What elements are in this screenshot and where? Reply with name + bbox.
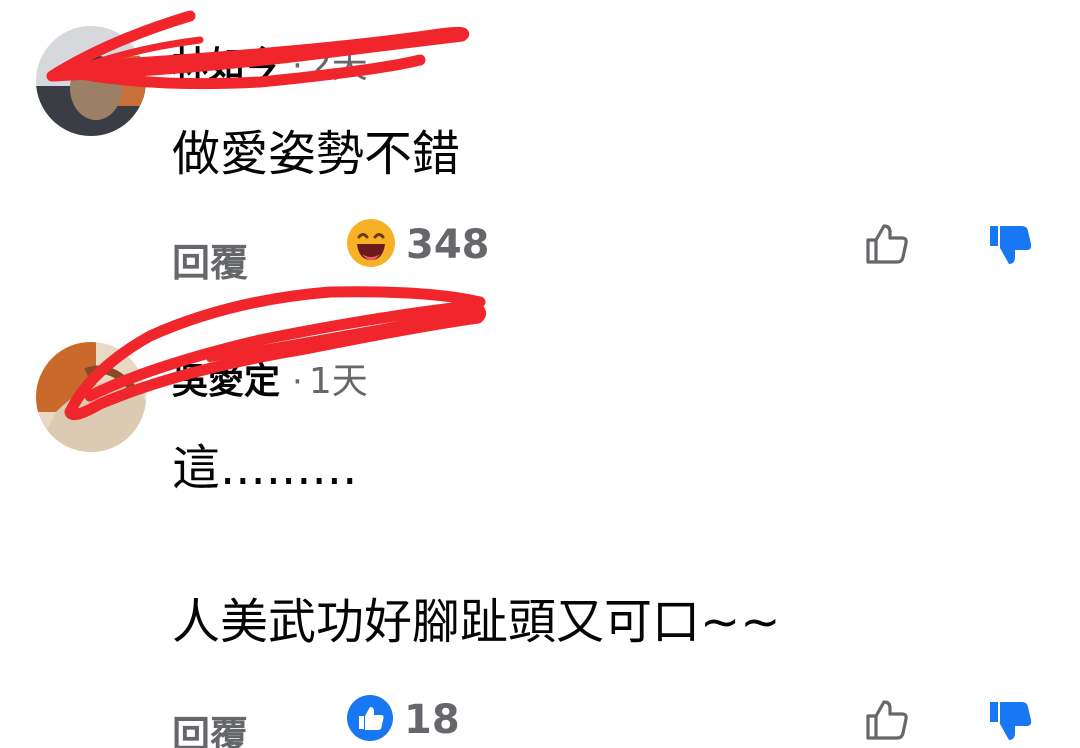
- comment-text-line: 這.........: [172, 440, 358, 496]
- comment-text: 做愛姿勢不錯: [172, 126, 461, 182]
- thumbs-down-filled-icon[interactable]: [988, 698, 1034, 744]
- separator-dot: ·: [292, 46, 303, 86]
- timestamp[interactable]: 1天: [309, 352, 368, 404]
- comment-meta: 吳愛定 · 1天: [172, 352, 368, 402]
- haha-emoji-icon: [346, 218, 396, 272]
- reply-button[interactable]: 回覆: [172, 704, 248, 748]
- reaction-count: 18: [404, 697, 460, 743]
- comment-item: 吳愛定 · 1天 這......... 人美武功好腳趾頭又可口~~ 回覆 18: [0, 290, 1080, 748]
- author-name[interactable]: 吳愛定: [172, 352, 280, 404]
- comments-page: 林如今 · 2天 做愛姿勢不錯 回覆 348 吳愛定 · 1天 這.......…: [0, 0, 1080, 748]
- thumbs-up-outline-icon[interactable]: [864, 220, 910, 266]
- avatar[interactable]: [36, 26, 146, 136]
- comment-meta: 林如今 · 2天: [172, 36, 368, 86]
- avatar[interactable]: [36, 342, 146, 452]
- comment-text-line: 人美武功好腳趾頭又可口~~: [172, 594, 781, 650]
- comment-item: 林如今 · 2天 做愛姿勢不錯 回覆 348: [0, 0, 1080, 290]
- like-reaction-icon: [346, 694, 394, 746]
- reply-button[interactable]: 回覆: [172, 232, 248, 287]
- timestamp[interactable]: 2天: [309, 36, 368, 88]
- reaction-summary[interactable]: 348: [346, 218, 490, 272]
- reaction-count: 348: [406, 222, 490, 268]
- thumbs-up-outline-icon[interactable]: [864, 696, 910, 742]
- thumbs-down-filled-icon[interactable]: [988, 222, 1034, 268]
- author-name[interactable]: 林如今: [172, 36, 280, 88]
- reaction-summary[interactable]: 18: [346, 694, 460, 746]
- separator-dot: ·: [292, 362, 303, 402]
